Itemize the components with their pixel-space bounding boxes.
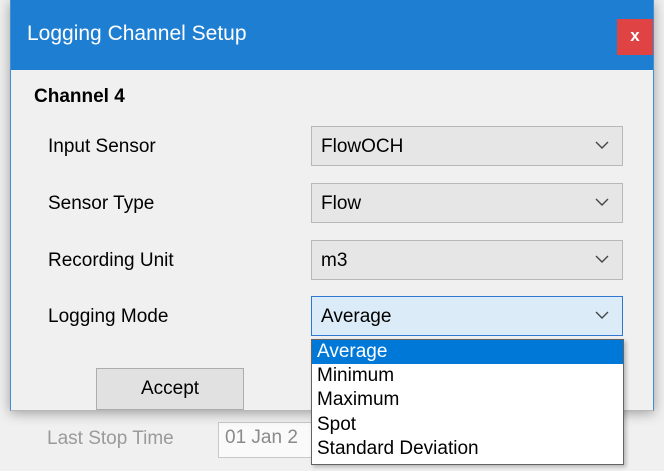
chevron-down-icon [595, 198, 609, 206]
input-sensor-label: Input Sensor [48, 136, 156, 157]
dialog-title: Logging Channel Setup [27, 22, 247, 45]
logging-mode-select[interactable]: Average [311, 296, 623, 336]
chevron-down-icon [595, 311, 609, 319]
chevron-down-icon [595, 255, 609, 263]
logging-mode-value: Average [321, 306, 392, 327]
sensor-type-label: Sensor Type [48, 193, 155, 214]
option-standard-deviation[interactable]: Standard Deviation [312, 437, 623, 461]
logging-mode-label: Logging Mode [48, 306, 169, 327]
option-maximum[interactable]: Maximum [312, 388, 623, 412]
option-minimum[interactable]: Minimum [312, 364, 623, 388]
sensor-type-value: Flow [321, 193, 362, 214]
recording-unit-select[interactable]: m3 [311, 240, 623, 280]
title-bar[interactable]: Logging Channel Setup x [11, 0, 653, 70]
option-spot[interactable]: Spot [312, 413, 623, 437]
chevron-down-icon [595, 141, 609, 149]
channel-heading: Channel 4 [34, 86, 125, 107]
close-button[interactable]: x [617, 19, 653, 55]
sensor-type-select[interactable]: Flow [311, 183, 623, 223]
option-average[interactable]: Average [312, 340, 623, 364]
recording-unit-value: m3 [321, 250, 348, 271]
input-sensor-select[interactable]: FlowOCH [311, 126, 623, 166]
last-stop-time-label: Last Stop Time [47, 428, 174, 449]
accept-button[interactable]: Accept [96, 368, 244, 410]
recording-unit-label: Recording Unit [48, 250, 174, 271]
logging-mode-dropdown-list: Average Minimum Maximum Spot Standard De… [311, 339, 624, 465]
input-sensor-value: FlowOCH [321, 136, 404, 157]
close-icon: x [630, 26, 640, 45]
